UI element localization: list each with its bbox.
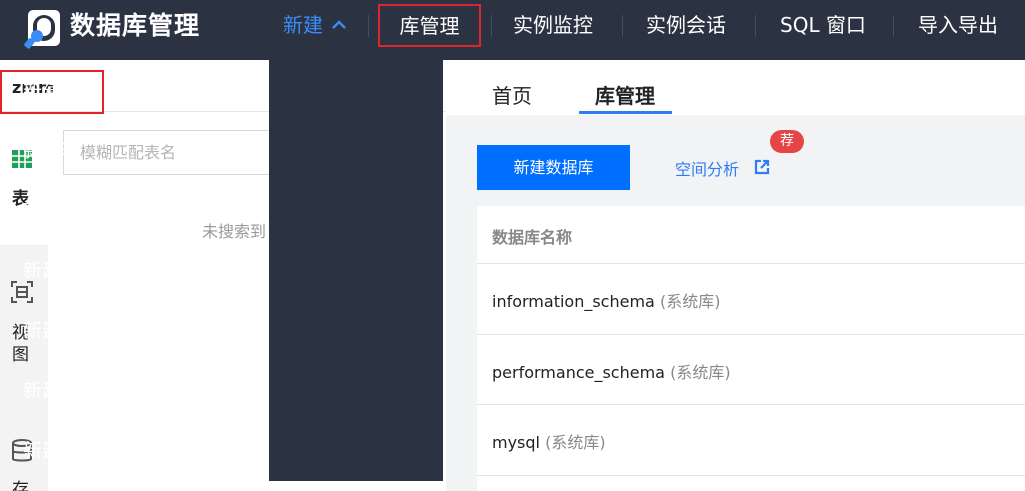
nav-new-label: 新建 — [283, 13, 323, 37]
menu-item-new-function[interactable]: 新建函数 — [0, 301, 174, 361]
main-tab-bar — [446, 60, 1025, 115]
nav-import-export[interactable]: 导入导出 — [918, 0, 998, 50]
nav-divider — [755, 15, 756, 37]
database-name: performance_schema — [492, 363, 665, 382]
new-database-button[interactable]: 新建数据库 — [477, 145, 630, 190]
tab-library-manage[interactable]: 库管理 — [595, 80, 655, 109]
row-divider — [477, 475, 1025, 476]
active-tab-indicator — [579, 111, 672, 114]
app-title: 数据库管理 — [70, 11, 201, 40]
system-db-tag: (系统库) — [659, 292, 721, 311]
new-dropdown-menu — [269, 60, 443, 481]
menu-item-new-database[interactable]: 新建库 — [0, 70, 104, 114]
nav-divider — [491, 15, 492, 37]
menu-item-new-event[interactable]: 新建事件 — [0, 421, 174, 481]
nav-new-menu[interactable]: 新建 — [283, 0, 347, 50]
table-row[interactable]: information_schema (系统库) — [492, 288, 720, 312]
nav-divider — [622, 15, 623, 37]
nav-sql-window[interactable]: SQL 窗口 — [780, 0, 866, 50]
system-db-tag: (系统库) — [670, 363, 731, 382]
external-link-icon[interactable] — [754, 159, 770, 175]
menu-item-new-view[interactable]: 新建视图 — [0, 181, 174, 241]
chevron-up-icon — [332, 19, 346, 29]
database-name: information_schema — [492, 292, 655, 311]
column-header-database-name: 数据库名称 — [492, 228, 573, 247]
recommend-badge: 荐 — [770, 130, 804, 153]
empty-result-text: 未搜索到 — [202, 222, 267, 241]
table-row[interactable]: mysql (系统库) — [492, 429, 606, 453]
database-logo-icon — [24, 10, 60, 49]
nav-divider — [368, 15, 369, 37]
table-row[interactable]: performance_schema (系统库) — [492, 359, 731, 383]
nav-instance-session[interactable]: 实例会话 — [646, 0, 726, 50]
menu-item-new-stored-procedure[interactable]: 新建存储过程 — [0, 241, 174, 301]
menu-item-new-trigger[interactable]: 新建触发器 — [0, 361, 174, 421]
menu-item-new-table[interactable]: 新建表 — [0, 121, 174, 181]
nav-instance-monitor[interactable]: 实例监控 — [513, 0, 593, 50]
row-divider — [477, 404, 1025, 405]
nav-library-manage[interactable]: 库管理 — [378, 4, 481, 47]
tab-home[interactable]: 首页 — [492, 80, 532, 109]
space-analysis-link[interactable]: 空间分析 — [675, 156, 739, 180]
system-db-tag: (系统库) — [545, 433, 606, 452]
nav-divider — [893, 15, 894, 37]
database-name: mysql — [492, 433, 540, 452]
row-divider — [477, 334, 1025, 335]
